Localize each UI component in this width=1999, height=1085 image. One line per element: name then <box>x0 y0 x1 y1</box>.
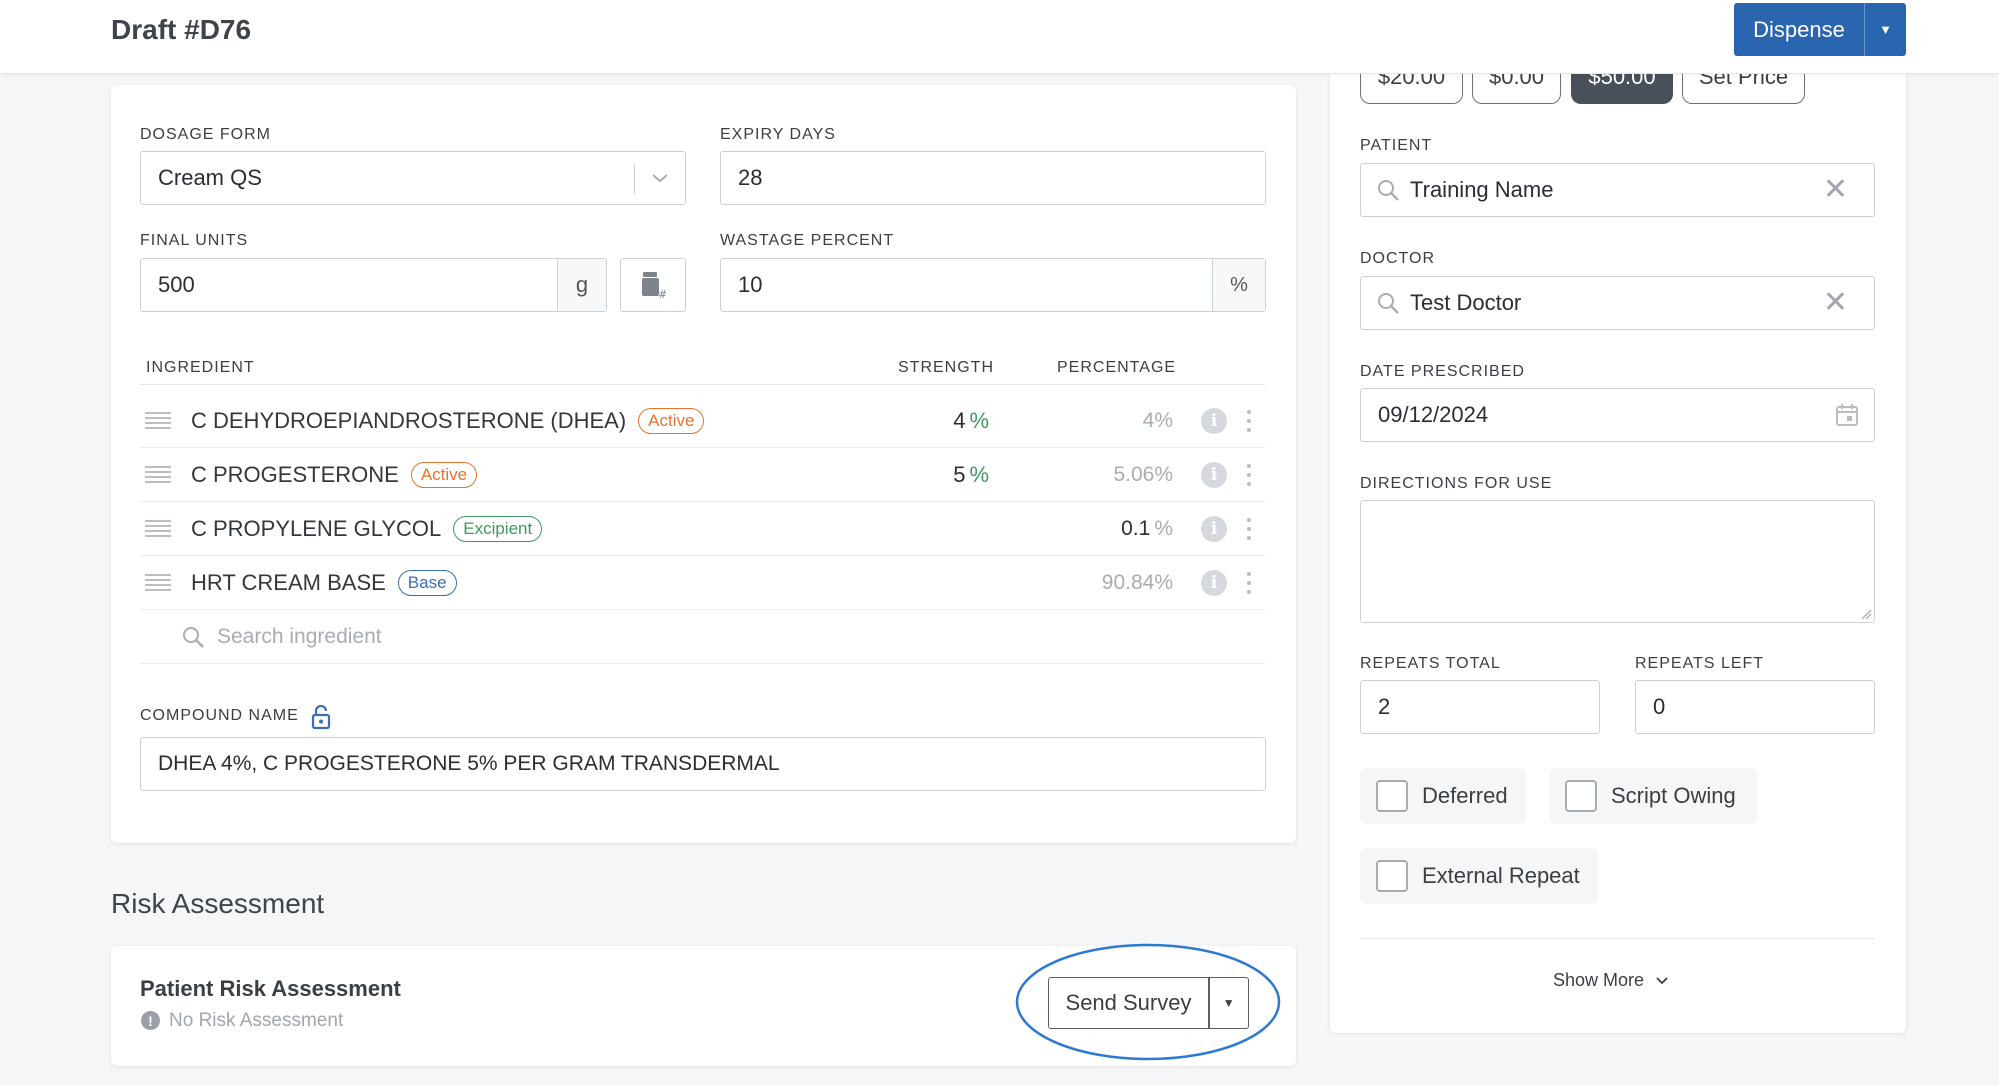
info-icon[interactable]: i <box>1201 461 1227 488</box>
doctor-input[interactable]: Test Doctor ✕ <box>1360 276 1875 330</box>
expiry-days-input[interactable]: 28 <box>720 151 1266 205</box>
ingredient-table-header: INGREDIENT STRENGTH PERCENTAGE <box>140 355 1265 385</box>
ingredient-row[interactable]: C PROPYLENE GLYCOL Excipient 0.1% i <box>140 502 1265 556</box>
close-icon[interactable]: ✕ <box>1823 175 1848 205</box>
excipient-tag: Excipient <box>453 515 543 542</box>
calendar-icon[interactable] <box>1834 402 1860 428</box>
active-tag: Active <box>410 461 478 488</box>
ingredient-search[interactable]: Search ingredient <box>140 610 1265 664</box>
repeats-total-label: REPEATS TOTAL <box>1360 655 1501 672</box>
drag-handle-icon[interactable] <box>145 465 171 484</box>
final-units-label: FINAL UNITS <box>140 232 249 249</box>
search-ingredient-placeholder: Search ingredient <box>217 624 382 648</box>
top-bar: Draft #D76 Dispense ▼ <box>0 0 1999 74</box>
calculator-icon: # <box>642 272 667 300</box>
svg-text:#: # <box>658 288 667 300</box>
close-icon[interactable]: ✕ <box>1823 288 1848 318</box>
drag-handle-icon[interactable] <box>145 519 171 538</box>
strength-value[interactable]: 5% <box>953 462 989 488</box>
ingredient-name: C PROGESTERONE <box>191 461 399 487</box>
date-prescribed-input[interactable]: 09/12/2024 <box>1360 388 1875 442</box>
doctor-label: DOCTOR <box>1360 250 1436 267</box>
ingredient-name: C DEHYDROEPIANDROSTERONE (DHEA) <box>191 407 627 433</box>
more-options-icon[interactable] <box>1247 517 1251 540</box>
info-icon[interactable]: i <box>1201 407 1227 434</box>
patient-label: PATIENT <box>1360 137 1433 154</box>
search-icon <box>1378 293 1399 314</box>
expiry-days-label: EXPIRY DAYS <box>720 126 836 143</box>
lock-open-icon[interactable] <box>311 704 331 730</box>
divider <box>1360 938 1875 939</box>
dispense-label: Dispense <box>1753 16 1845 42</box>
wastage-input[interactable]: 10 % <box>720 258 1266 312</box>
date-prescribed-label: DATE PRESCRIBED <box>1360 363 1525 380</box>
final-units-input[interactable]: 500 g <box>140 258 607 312</box>
ingredient-row[interactable]: C PROGESTERONE Active 5% 5.06% i <box>140 448 1265 502</box>
percentage-value: 4% <box>1142 408 1173 432</box>
search-icon <box>183 626 204 648</box>
ingredient-name: HRT CREAM BASE <box>191 569 386 595</box>
repeats-total-input[interactable]: 2 <box>1360 680 1600 734</box>
ingredient-row[interactable]: HRT CREAM BASE Base 90.84% i <box>140 556 1265 610</box>
more-options-icon[interactable] <box>1247 463 1251 486</box>
info-icon[interactable]: i <box>1201 569 1227 596</box>
repeats-left-label: REPEATS LEFT <box>1635 655 1765 672</box>
info-icon[interactable]: i <box>1201 515 1227 542</box>
ingredient-name: C PROPYLENE GLYCOL <box>191 515 442 541</box>
directions-label: DIRECTIONS FOR USE <box>1360 475 1553 492</box>
highlight-ellipse <box>1015 943 1281 1061</box>
col-percentage: PERCENTAGE <box>1057 359 1177 376</box>
percentage-value: 5.06% <box>1113 462 1173 486</box>
calculator-button[interactable]: # <box>620 258 686 312</box>
wastage-label: WASTAGE PERCENT <box>720 232 895 249</box>
more-options-icon[interactable] <box>1247 409 1251 432</box>
risk-section-title: Risk Assessment <box>111 888 325 919</box>
ingredient-row[interactable]: C DEHYDROEPIANDROSTERONE (DHEA) Active 4… <box>140 394 1265 448</box>
percentage-value[interactable]: 0.1% <box>1121 517 1173 541</box>
patient-input[interactable]: Training Name ✕ <box>1360 163 1875 217</box>
dosage-form-select[interactable]: Cream QS <box>140 151 686 205</box>
script-owing-checkbox[interactable]: Script Owing <box>1549 768 1757 824</box>
compound-name-label: COMPOUND NAME <box>140 707 299 724</box>
external-repeat-checkbox[interactable]: External Repeat <box>1360 848 1598 904</box>
search-icon <box>1378 180 1399 201</box>
chevron-down-icon <box>652 174 668 183</box>
chevron-down-icon <box>1656 976 1668 984</box>
risk-status: No Risk Assessment <box>169 1010 344 1031</box>
dosage-form-label: DOSAGE FORM <box>140 126 272 143</box>
more-options-icon[interactable] <box>1247 571 1251 594</box>
page-title: Draft #D76 <box>111 14 252 45</box>
directions-textarea[interactable] <box>1360 500 1875 623</box>
percentage-value: 90.84% <box>1101 570 1173 594</box>
show-more-link[interactable]: Show More <box>1553 970 1668 991</box>
col-strength: STRENGTH <box>898 359 994 376</box>
drag-handle-icon[interactable] <box>145 411 171 430</box>
compound-name-input[interactable]: DHEA 4%, C PROGESTERONE 5% PER GRAM TRAN… <box>140 737 1266 791</box>
unit-addon: g <box>557 259 606 311</box>
risk-card-title: Patient Risk Assessment <box>140 976 401 1001</box>
percent-addon: % <box>1212 259 1265 311</box>
dispense-button[interactable]: Dispense ▼ <box>1734 3 1906 56</box>
alert-icon: ! <box>141 1011 160 1030</box>
active-tag: Active <box>638 407 705 434</box>
col-ingredient: INGREDIENT <box>146 359 255 376</box>
repeats-left-input[interactable]: 0 <box>1635 680 1875 734</box>
deferred-checkbox[interactable]: Deferred <box>1360 768 1526 824</box>
resize-handle-icon[interactable] <box>1860 608 1872 620</box>
drag-handle-icon[interactable] <box>145 573 171 592</box>
chevron-down-icon[interactable]: ▼ <box>1865 22 1906 37</box>
base-tag: Base <box>397 569 457 596</box>
strength-value[interactable]: 4% <box>953 408 989 434</box>
